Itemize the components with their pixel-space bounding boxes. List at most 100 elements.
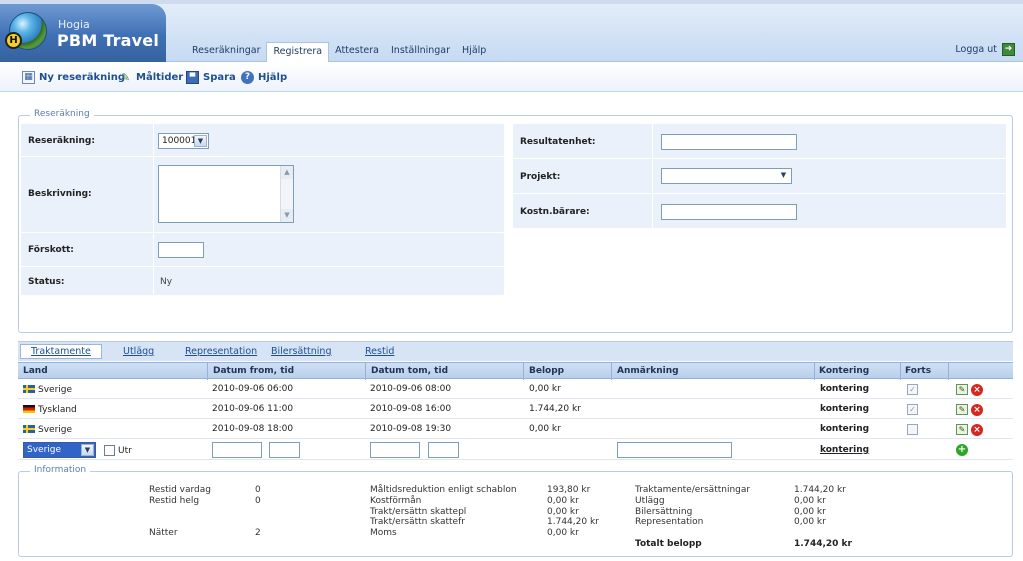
total-label: Totalt belopp bbox=[635, 539, 702, 549]
app-header: H Hogia PBM Travel Reseräkningar Registr… bbox=[0, 0, 1023, 63]
report-fieldset: Reseräkning Reseräkning: 100001 ▼ Beskri… bbox=[18, 109, 1013, 333]
info-value: 0,00 kr bbox=[547, 496, 579, 506]
edit-icon[interactable]: ✎ bbox=[956, 424, 968, 435]
textarea-scrollbar[interactable]: ▲ ▼ bbox=[280, 166, 293, 222]
info-value: 0,00 kr bbox=[547, 507, 579, 517]
utr-checkbox[interactable] bbox=[104, 445, 115, 456]
account-cell: kontering bbox=[820, 424, 870, 434]
nav-tab-attestera[interactable]: Attestera bbox=[329, 42, 385, 62]
continue-checkbox[interactable] bbox=[907, 424, 918, 435]
info-label: Moms bbox=[370, 528, 397, 538]
cost-bearer-label: Kostn.bärare: bbox=[520, 207, 590, 217]
save-button[interactable]: ▀ Spara bbox=[186, 71, 236, 84]
tab-traktamente[interactable]: Traktamente bbox=[20, 344, 102, 359]
to-date-input[interactable] bbox=[370, 442, 420, 458]
amount-cell: 1.744,20 kr bbox=[529, 404, 581, 414]
amount-cell: 0,00 kr bbox=[529, 424, 561, 434]
pencil-icon: ✎ bbox=[120, 71, 131, 84]
chevron-down-icon: ▼ bbox=[81, 444, 94, 456]
info-value: 0,00 kr bbox=[794, 507, 826, 517]
column-separator bbox=[523, 363, 524, 380]
info-value: 1.744,20 kr bbox=[547, 517, 599, 527]
status-label: Status: bbox=[28, 277, 65, 287]
project-select[interactable]: ▼ bbox=[661, 168, 792, 184]
report-row: Reseräkning: 100001 ▼ bbox=[21, 124, 504, 157]
info-label: Bilersättning bbox=[635, 507, 693, 517]
from-time-input[interactable] bbox=[269, 442, 300, 458]
to-time-input[interactable] bbox=[428, 442, 459, 458]
result-unit-input[interactable] bbox=[661, 134, 797, 150]
info-value: 0 bbox=[255, 485, 261, 495]
info-label: Trakt/ersättn skattepl bbox=[370, 507, 467, 517]
nav-tab-hjalp[interactable]: Hjälp bbox=[456, 42, 492, 62]
delete-icon[interactable]: × bbox=[971, 384, 983, 396]
col-header-to: Datum tom, tid bbox=[371, 366, 449, 376]
project-label: Projekt: bbox=[520, 172, 561, 182]
toolbar: ▦ Ny reseräkning ✎ Måltider ▀ Spara ? Hj… bbox=[0, 62, 1023, 92]
report-number-value: 100001 bbox=[162, 136, 197, 146]
country-select[interactable]: Sverige ▼ bbox=[23, 442, 96, 458]
delete-icon[interactable]: × bbox=[971, 424, 983, 436]
tab-restid[interactable]: Restid bbox=[365, 346, 394, 357]
add-icon[interactable]: + bbox=[956, 444, 968, 456]
edit-icon[interactable]: ✎ bbox=[956, 404, 968, 415]
tab-representation[interactable]: Representation bbox=[185, 346, 257, 357]
report-number-label: Reseräkning: bbox=[28, 136, 95, 146]
new-report-button[interactable]: ▦ Ny reseräkning bbox=[22, 71, 125, 84]
to-cell: 2010-09-06 08:00 bbox=[370, 384, 452, 394]
info-label: Representation bbox=[635, 517, 704, 527]
advance-input[interactable] bbox=[158, 242, 204, 258]
info-value: 0,00 kr bbox=[794, 496, 826, 506]
meals-label: Måltider bbox=[136, 72, 184, 83]
nav-tab-resrakningar[interactable]: Reseräkningar bbox=[186, 42, 266, 62]
tab-utlagg[interactable]: Utlägg bbox=[123, 346, 154, 357]
tab-bilersattning[interactable]: Bilersättning bbox=[271, 346, 331, 357]
column-separator bbox=[900, 363, 901, 380]
info-label: Restid helg bbox=[149, 496, 200, 506]
chevron-down-icon: ▼ bbox=[777, 170, 790, 182]
account-link[interactable]: kontering bbox=[820, 445, 869, 455]
continue-checkbox[interactable]: ✓ bbox=[907, 404, 918, 415]
from-cell: 2010-09-06 11:00 bbox=[212, 404, 294, 414]
new-document-icon: ▦ bbox=[22, 71, 35, 84]
cost-bearer-row: Kostn.bärare: bbox=[513, 194, 1006, 229]
info-label: Nätter bbox=[149, 528, 178, 538]
report-number-select[interactable]: 100001 ▼ bbox=[158, 133, 209, 149]
to-cell: 2010-09-08 19:30 bbox=[370, 424, 452, 434]
column-separator bbox=[207, 363, 208, 380]
help-button[interactable]: ? Hjälp bbox=[241, 71, 287, 84]
from-date-input[interactable] bbox=[212, 442, 262, 458]
col-header-note: Anmärkning bbox=[617, 366, 679, 376]
info-label: Trakt/ersättn skattefr bbox=[370, 517, 465, 527]
col-header-land: Land bbox=[23, 366, 48, 376]
information-fieldset: Information Restid vardag 0 Restid helg … bbox=[18, 465, 1013, 557]
scroll-up-icon[interactable]: ▲ bbox=[281, 166, 293, 179]
continue-checkbox[interactable]: ✓ bbox=[907, 384, 918, 395]
account-cell: kontering bbox=[820, 384, 870, 394]
note-input[interactable] bbox=[617, 442, 732, 458]
country-name: Tyskland bbox=[38, 405, 77, 415]
nav-tab-registrera[interactable]: Registrera bbox=[266, 42, 330, 63]
description-label: Beskrivning: bbox=[28, 189, 92, 199]
save-label: Spara bbox=[203, 72, 236, 83]
scroll-down-icon[interactable]: ▼ bbox=[281, 209, 293, 222]
main-nav: Reseräkningar Registrera Attestera Instä… bbox=[186, 42, 492, 63]
logout-link[interactable]: Logga ut bbox=[955, 44, 997, 55]
nav-tab-installningar[interactable]: Inställningar bbox=[385, 42, 456, 62]
meals-button[interactable]: ✎ Måltider bbox=[119, 71, 183, 84]
logout-icon[interactable]: ➜ bbox=[1002, 43, 1015, 56]
info-label: Traktamente/ersättningar bbox=[635, 485, 751, 495]
country-name: Sverige bbox=[38, 385, 73, 395]
info-value: 193,80 kr bbox=[547, 485, 591, 495]
help-icon: ? bbox=[241, 71, 254, 84]
result-unit-label: Resultatenhet: bbox=[520, 137, 596, 147]
description-textarea[interactable]: ▲ ▼ bbox=[158, 165, 294, 223]
table-row: Sverige 2010-09-06 06:00 2010-09-06 08:0… bbox=[18, 380, 1013, 399]
edit-icon[interactable]: ✎ bbox=[956, 384, 968, 395]
report-legend: Reseräkning bbox=[30, 109, 94, 119]
amount-cell: 0,00 kr bbox=[529, 384, 561, 394]
delete-icon[interactable]: × bbox=[971, 404, 983, 416]
brand-title: PBM Travel bbox=[57, 31, 160, 50]
cost-bearer-input[interactable] bbox=[661, 204, 797, 220]
status-row: Status: Ny bbox=[21, 267, 504, 295]
